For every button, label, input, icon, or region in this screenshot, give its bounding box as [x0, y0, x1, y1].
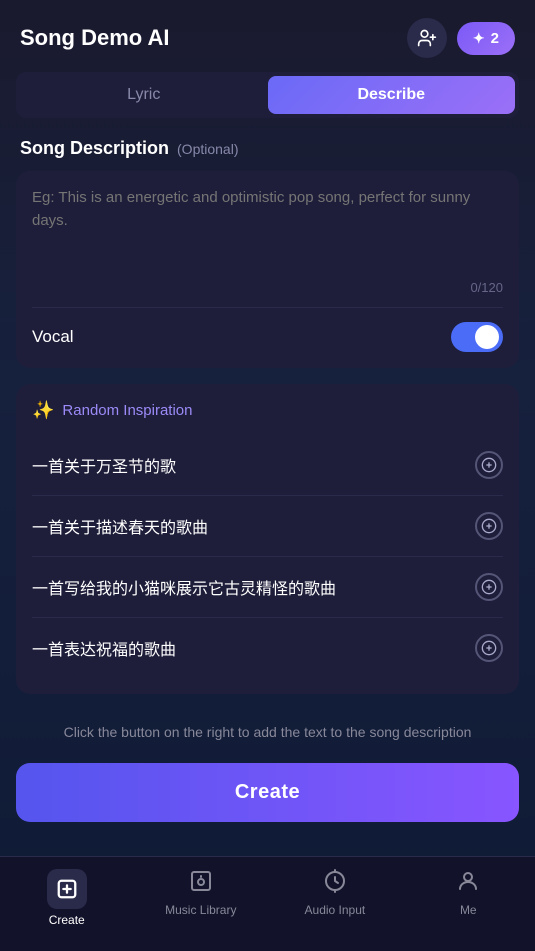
add-inspiration-button-2[interactable]	[475, 512, 503, 540]
app-title: Song Demo AI	[20, 25, 170, 51]
header-actions: ✦ 2	[407, 18, 515, 58]
inspiration-header: ✨ Random Inspiration	[32, 400, 503, 421]
inspiration-text: 一首关于万圣节的歌	[32, 453, 463, 477]
nav-item-me[interactable]: Me	[433, 869, 503, 927]
magic-wand-icon: ✨	[32, 400, 54, 421]
nav-item-create[interactable]: Create	[32, 869, 102, 927]
inspiration-text: 一首写给我的小猫咪展示它古灵精怪的歌曲	[32, 575, 463, 599]
char-count: 0/120	[32, 272, 503, 307]
nav-item-audio-input[interactable]: Audio Input	[300, 869, 370, 927]
create-button[interactable]: Create	[16, 763, 519, 822]
inspiration-title: Random Inspiration	[62, 402, 192, 419]
tab-bar: Lyric Describe	[16, 72, 519, 118]
nav-label-me: Me	[460, 903, 477, 917]
vocal-toggle[interactable]	[451, 322, 503, 352]
nav-label-music-library: Music Library	[165, 903, 236, 917]
optional-label: (Optional)	[177, 141, 238, 157]
vocal-label: Vocal	[32, 327, 74, 347]
section-title: Song Description (Optional)	[0, 138, 535, 171]
vocal-row: Vocal	[32, 322, 503, 352]
inspiration-text: 一首关于描述春天的歌曲	[32, 514, 463, 538]
list-item[interactable]: 一首表达祝福的歌曲	[32, 618, 503, 678]
credits-count: 2	[491, 30, 499, 47]
tab-describe[interactable]: Describe	[268, 76, 516, 114]
bottom-nav: Create Music Library Audio Input	[0, 856, 535, 951]
nav-label-audio-input: Audio Input	[305, 903, 366, 917]
app-header: Song Demo AI ✦ 2	[0, 0, 535, 72]
inspiration-text: 一首表达祝福的歌曲	[32, 636, 463, 660]
helper-text: Click the button on the right to add the…	[0, 710, 535, 763]
star-icon: ✦	[473, 30, 485, 47]
inspiration-card: ✨ Random Inspiration 一首关于万圣节的歌 一首关于描述春天的…	[16, 384, 519, 694]
add-inspiration-button-1[interactable]	[475, 451, 503, 479]
nav-label-create: Create	[49, 913, 85, 927]
add-inspiration-button-4[interactable]	[475, 634, 503, 662]
description-card: 0/120 Vocal	[16, 171, 519, 368]
description-input[interactable]	[32, 187, 503, 267]
music-library-icon	[189, 869, 213, 899]
add-inspiration-button-3[interactable]	[475, 573, 503, 601]
add-user-button[interactable]	[407, 18, 447, 58]
list-item[interactable]: 一首写给我的小猫咪展示它古灵精怪的歌曲	[32, 557, 503, 618]
create-nav-icon	[47, 869, 87, 909]
divider	[32, 307, 503, 308]
list-item[interactable]: 一首关于万圣节的歌	[32, 435, 503, 496]
me-icon	[456, 869, 480, 899]
list-item[interactable]: 一首关于描述春天的歌曲	[32, 496, 503, 557]
section-title-text: Song Description	[20, 138, 169, 159]
nav-item-music-library[interactable]: Music Library	[165, 869, 236, 927]
audio-input-icon	[323, 869, 347, 899]
credits-button[interactable]: ✦ 2	[457, 22, 515, 55]
tab-lyric[interactable]: Lyric	[20, 76, 268, 114]
